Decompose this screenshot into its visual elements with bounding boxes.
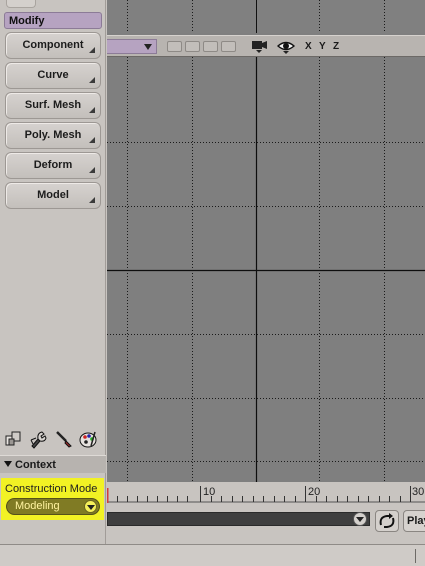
corner-arrow-icon (89, 197, 95, 203)
objects-icon[interactable] (3, 428, 25, 450)
curve-menu-button[interactable]: Curve (5, 62, 101, 89)
timeline-tick-label: 10 (203, 486, 216, 498)
toolbar-icons (3, 428, 103, 450)
corner-arrow-icon (89, 167, 95, 173)
left-panel: Modify Component Curve Surf. Mesh Poly. … (0, 0, 106, 544)
view-menu[interactable] (107, 39, 157, 54)
dropdown-arrow-icon[interactable] (353, 512, 367, 526)
loop-button[interactable] (375, 510, 399, 532)
view-slot-3[interactable] (203, 41, 218, 52)
context-section-header[interactable]: Context (0, 455, 106, 473)
play-label: Play (407, 515, 425, 527)
playback-range-bar[interactable] (107, 512, 370, 526)
status-divider (415, 549, 416, 563)
axis-z-label[interactable]: Z (333, 41, 339, 52)
axis-y-label[interactable]: Y (319, 41, 326, 52)
playback-controls: Play (107, 510, 425, 534)
context-label: Context (15, 459, 56, 471)
loop-icon (379, 513, 395, 528)
menu-label: Deform (33, 159, 73, 171)
menu-label: Poly. Mesh (24, 129, 82, 141)
3d-viewport[interactable]: X Y Z (107, 0, 425, 482)
corner-arrow-icon (89, 107, 95, 113)
menu-label: Surf. Mesh (24, 99, 82, 111)
menu-label: Model (37, 189, 69, 201)
perspective-grid[interactable] (107, 57, 425, 482)
play-button[interactable]: Play (403, 510, 425, 532)
deform-menu-button[interactable]: Deform (5, 152, 101, 179)
collapse-triangle-icon (4, 461, 12, 467)
brush-icon[interactable] (53, 428, 75, 450)
eye-icon[interactable] (276, 39, 296, 54)
timeline-ruler[interactable]: 10 20 30 (107, 482, 425, 510)
view-slot-4[interactable] (221, 41, 236, 52)
upper-viewport[interactable] (107, 0, 425, 33)
dropdown-arrow-icon[interactable] (84, 500, 97, 513)
view-slot-2[interactable] (185, 41, 200, 52)
modify-header[interactable]: Modify (4, 12, 102, 29)
panel-tab-stub[interactable] (6, 0, 36, 8)
component-menu-button[interactable]: Component (5, 32, 101, 59)
menu-label: Curve (37, 69, 69, 81)
construction-mode-panel: Construction Mode Modeling (1, 478, 104, 520)
poly-mesh-menu-button[interactable]: Poly. Mesh (5, 122, 101, 149)
wrench-icon[interactable] (28, 428, 50, 450)
corner-arrow-icon (89, 77, 95, 83)
construction-mode-dropdown[interactable]: Modeling (6, 498, 100, 515)
axis-x-label[interactable]: X (305, 41, 312, 52)
corner-arrow-icon (89, 137, 95, 143)
construction-mode-label: Construction Mode (5, 483, 98, 495)
corner-arrow-icon (89, 47, 95, 53)
mode-value: Modeling (15, 500, 60, 512)
surf-mesh-menu-button[interactable]: Surf. Mesh (5, 92, 101, 119)
camera-icon[interactable] (251, 39, 269, 54)
palette-icon[interactable] (77, 428, 99, 450)
model-menu-button[interactable]: Model (5, 182, 101, 209)
dropdown-arrow-icon (144, 44, 152, 50)
menu-label: Component (22, 39, 84, 51)
timeline-tick-label: 20 (308, 486, 321, 498)
status-bar (0, 544, 425, 566)
viewport-toolbar: X Y Z (107, 35, 425, 57)
timeline-tick-label: 30 (412, 486, 425, 498)
view-slot-1[interactable] (167, 41, 182, 52)
